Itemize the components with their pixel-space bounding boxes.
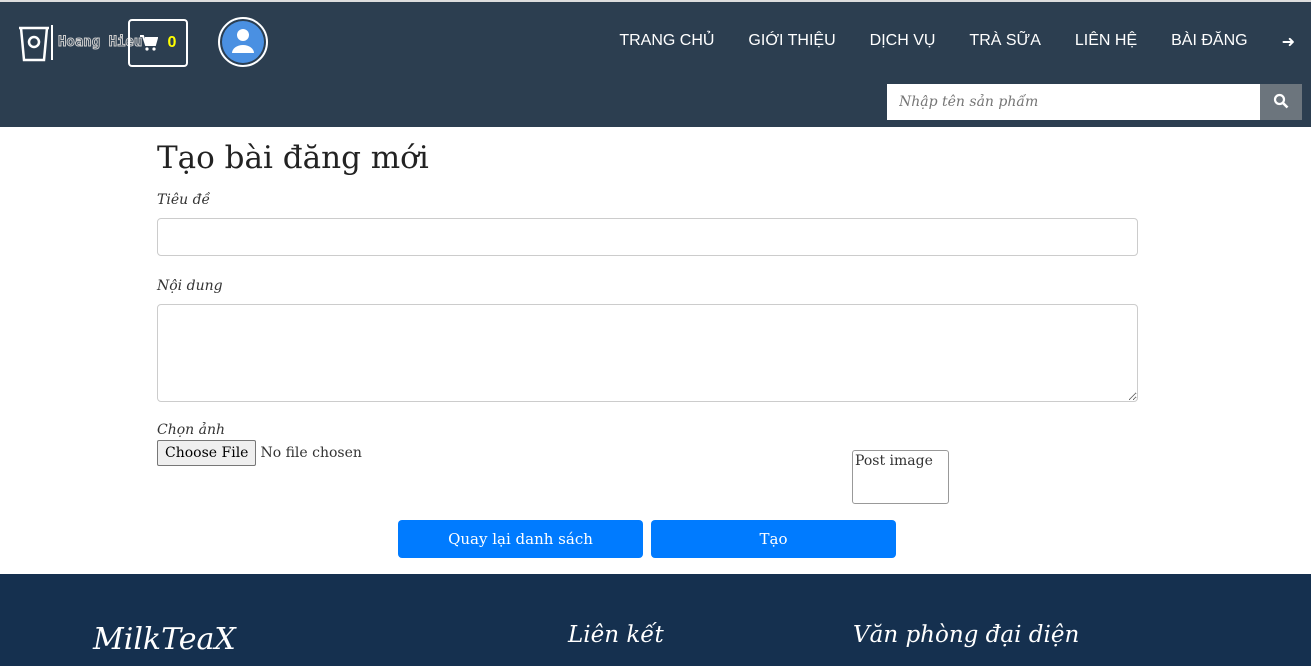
footer-brand: MilkTeaX <box>93 622 236 657</box>
content-textarea[interactable] <box>157 304 1138 402</box>
logo[interactable]: Hoang Hieu <box>18 22 143 62</box>
page-title: Tạo bài đăng mới <box>157 140 429 176</box>
create-button[interactable]: Tạo <box>651 520 896 558</box>
title-label: Tiêu đề <box>157 192 211 208</box>
search-bar <box>887 84 1302 120</box>
file-input: Choose File No file chosen <box>157 440 1138 466</box>
nav-home[interactable]: TRANG CHỦ <box>619 32 714 52</box>
footer-links-title: Liên kết <box>568 622 664 648</box>
image-label: Chọn ảnh <box>157 422 226 438</box>
cart-count: 0 <box>167 34 177 51</box>
content-label: Nội dung <box>157 278 223 294</box>
post-image-preview: Post image <box>852 450 949 504</box>
nav-contact[interactable]: LIÊN HỆ <box>1075 32 1137 52</box>
nav-about[interactable]: GIỚI THIỆU <box>748 32 835 52</box>
nav-services[interactable]: DỊCH VỤ <box>870 32 936 52</box>
nav-milk-tea[interactable]: TRÀ SỮA <box>969 32 1040 52</box>
cart-icon <box>139 35 158 51</box>
create-post-form: Tạo bài đăng mới Tiêu đề Nội dung Chọn ả… <box>157 140 1138 558</box>
choose-file-button[interactable]: Choose File <box>157 440 257 466</box>
cart-button[interactable]: 0 <box>128 19 188 67</box>
main-nav: TRANG CHỦ GIỚI THIỆU DỊCH VỤ TRÀ SỮA LIÊ… <box>619 32 1295 52</box>
user-avatar[interactable] <box>218 17 268 67</box>
file-status: No file chosen <box>260 445 362 461</box>
logout-icon[interactable]: ➜ <box>1282 32 1295 52</box>
cup-logo-icon <box>19 25 53 62</box>
search-button[interactable] <box>1260 84 1302 120</box>
title-input[interactable] <box>157 218 1138 256</box>
footer-office-title: Văn phòng đại diện <box>853 622 1080 648</box>
search-input[interactable] <box>887 84 1260 120</box>
user-icon <box>232 29 254 53</box>
nav-posts[interactable]: BÀI ĐĂNG <box>1171 32 1247 52</box>
search-icon <box>1273 93 1289 108</box>
footer: MilkTeaX Liên kết Văn phòng đại diện <box>0 574 1311 666</box>
header: Hoang Hieu 0 TRANG CHỦ GIỚI THIỆU DỊCH V… <box>0 0 1311 127</box>
back-to-list-button[interactable]: Quay lại danh sách <box>398 520 643 558</box>
